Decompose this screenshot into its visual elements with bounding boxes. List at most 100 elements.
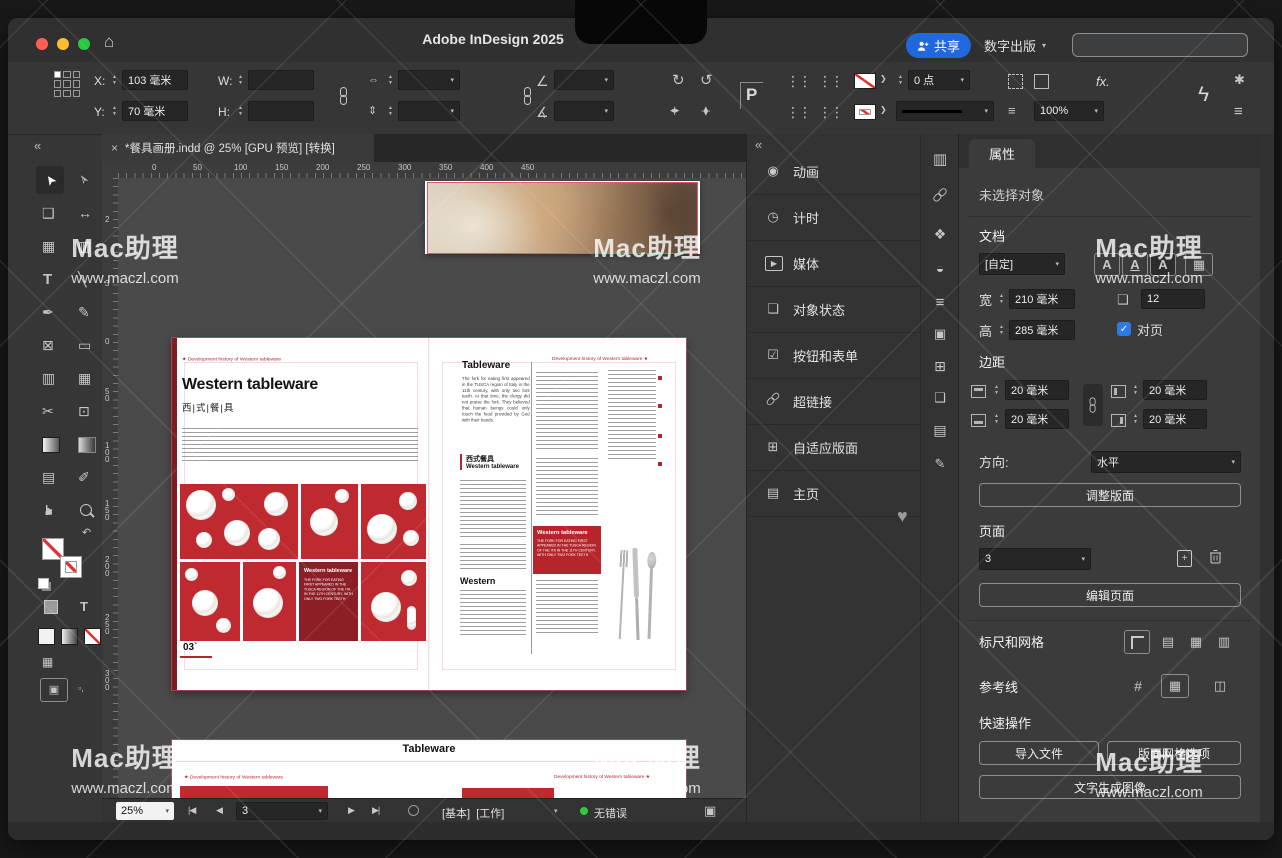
layers-panel-icon[interactable]: ❖ xyxy=(921,226,959,243)
page-number-select[interactable]: 3 xyxy=(236,802,328,820)
digital-publish-menu[interactable]: 数字出版 ▾ xyxy=(984,33,1046,58)
align-panel-icon[interactable]: ▥ xyxy=(921,150,959,168)
search-input[interactable] xyxy=(1072,33,1248,57)
close-tab-icon[interactable]: × xyxy=(111,141,118,155)
shear-angle-field[interactable] xyxy=(554,101,614,121)
photo-frame[interactable] xyxy=(427,182,698,254)
constrain-scale-icon[interactable] xyxy=(522,87,534,106)
previous-spread[interactable] xyxy=(425,181,700,254)
w-field[interactable] xyxy=(248,70,314,90)
tables-panel-icon[interactable]: ⊞ xyxy=(921,358,959,375)
apply-none-button[interactable] xyxy=(84,628,101,645)
screen-mode-button[interactable]: ▣ xyxy=(40,678,68,702)
type-tool[interactable]: T xyxy=(43,272,52,287)
libraries-panel-icon[interactable]: ▤ xyxy=(921,422,959,439)
delete-page-icon[interactable] xyxy=(1209,549,1222,569)
page-size-preset-select[interactable]: [自定] xyxy=(979,253,1065,275)
traffic-close-button[interactable] xyxy=(36,38,48,50)
default-fill-stroke-icon[interactable] xyxy=(38,578,49,589)
rotation-angle-field[interactable] xyxy=(554,70,614,90)
next-page-button[interactable]: ▶ xyxy=(348,806,355,815)
dashed-frame-icon[interactable] xyxy=(1008,74,1023,89)
swatches-panel-icon[interactable]: ▣ xyxy=(921,326,959,342)
text-to-image-button[interactable]: 文字生成图像 xyxy=(979,775,1241,799)
stroke-swatch[interactable] xyxy=(854,104,876,120)
x-stepper[interactable] xyxy=(110,71,119,89)
margin-inside-stepper[interactable] xyxy=(1131,381,1140,399)
edit-pages-button[interactable]: 编辑页面 xyxy=(979,583,1241,607)
h-stepper[interactable] xyxy=(236,102,245,120)
note-tool[interactable]: ▤ xyxy=(42,470,55,484)
margin-link-button[interactable] xyxy=(1083,384,1103,426)
align-columns-icon[interactable]: ⋮⋮ xyxy=(786,74,810,88)
distribute-columns-icon[interactable]: ⋮⋮ xyxy=(818,74,842,88)
first-page-button[interactable]: |◀ xyxy=(188,806,195,815)
screen-mode-preview-icon[interactable]: ▫, xyxy=(78,684,84,693)
tab-properties[interactable]: 属性 xyxy=(969,139,1035,168)
scale-y-stepper[interactable] xyxy=(386,102,395,120)
solid-frame-icon[interactable] xyxy=(1034,74,1049,89)
page-count-field[interactable]: 12 xyxy=(1141,289,1205,309)
writing-direction-horizontal-icon[interactable]: A xyxy=(1094,253,1120,276)
traffic-zoom-button[interactable] xyxy=(78,38,90,50)
page-tool[interactable]: ❑ xyxy=(42,206,55,220)
writing-direction-vertical-icon[interactable]: A xyxy=(1122,253,1148,276)
panel-button-hyperlinks[interactable]: 超链接 xyxy=(747,378,921,425)
vertical-grid-tool[interactable]: ▦ xyxy=(78,371,91,385)
gradient-feather-tool[interactable] xyxy=(78,437,96,453)
stroke-proxy-swatch[interactable] xyxy=(60,556,82,578)
smart-guides-icon[interactable]: ◫ xyxy=(1208,676,1232,696)
height-field[interactable]: 285 毫米 xyxy=(1009,320,1075,340)
free-transform-tool[interactable]: ⊡ xyxy=(78,404,90,418)
status-circle-icon[interactable] xyxy=(408,805,419,816)
preflight-profile-label[interactable]: [基本] [工作] xyxy=(442,805,504,821)
view-options-icon[interactable]: ▦ xyxy=(42,656,53,668)
home-icon[interactable]: ⌂ xyxy=(104,33,114,50)
formatting-affects-container-icon[interactable] xyxy=(44,600,58,614)
pen-tool[interactable]: ✒ xyxy=(42,305,54,319)
scale-x-field[interactable] xyxy=(398,70,460,90)
flip-vertical-icon[interactable]: ◂|▸ xyxy=(702,106,711,114)
scale-y-field[interactable] xyxy=(398,101,460,121)
layout-grid-icon[interactable]: ▥ xyxy=(1212,632,1236,652)
direct-selection-tool[interactable]: ➢ xyxy=(75,171,92,187)
scissors-tool[interactable]: ✂ xyxy=(42,404,54,418)
orientation-select[interactable]: 水平 xyxy=(1091,451,1241,473)
baseline-grid-icon[interactable]: ▤ xyxy=(1156,632,1180,652)
notes-panel-icon[interactable]: ✎ xyxy=(921,456,959,472)
stroke-weight-stepper[interactable] xyxy=(896,71,905,89)
frame-grid-horizontal-icon[interactable]: A xyxy=(1150,253,1176,276)
margin-top-stepper[interactable] xyxy=(992,381,1001,399)
distribute-rows-icon[interactable]: ⋮⋮ xyxy=(818,105,842,119)
stroke-weight-field[interactable]: 0 点 xyxy=(908,70,970,90)
formatting-affects-text-icon[interactable]: T xyxy=(80,600,88,613)
margin-outside-stepper[interactable] xyxy=(1131,410,1140,428)
story-direction-icon[interactable]: P xyxy=(740,82,763,109)
content-placer-tool[interactable]: ▥ xyxy=(78,239,91,253)
traffic-minimize-button[interactable] xyxy=(57,38,69,50)
show-rulers-icon[interactable] xyxy=(1124,630,1150,654)
margin-top-field[interactable]: 20 毫米 xyxy=(1005,380,1069,400)
lock-guides-icon[interactable]: ▦ xyxy=(1161,674,1189,698)
rotate-cw-icon[interactable]: ↻ xyxy=(672,73,685,88)
main-spread[interactable]: ★ Development history of Western tablewa… xyxy=(172,338,686,690)
next-spread[interactable]: Tableware ★ Development history of Weste… xyxy=(172,740,686,798)
zoom-level-select[interactable]: 25% ▾ xyxy=(116,802,174,820)
width-field[interactable]: 210 毫米 xyxy=(1009,289,1075,309)
document-grid-icon[interactable]: ▦ xyxy=(1184,632,1208,652)
lightning-gpu-icon[interactable]: ϟ xyxy=(1198,84,1209,105)
profile-caret-icon[interactable]: ▾ xyxy=(554,807,558,815)
control-menu-icon[interactable]: ≡ xyxy=(1234,104,1243,119)
margin-bottom-field[interactable]: 20 毫米 xyxy=(1005,409,1069,429)
fill-swatch[interactable] xyxy=(854,73,876,89)
pencil-tool[interactable]: ✎ xyxy=(78,305,90,319)
ruler-corner[interactable] xyxy=(102,162,119,179)
height-stepper[interactable] xyxy=(997,321,1006,339)
content-collector-tool[interactable]: ▦ xyxy=(42,239,55,253)
horizontal-grid-tool[interactable]: ▥ xyxy=(42,371,55,385)
layout-grid-options-button[interactable]: 版面网格选项 xyxy=(1107,741,1241,765)
constrain-dimensions-icon[interactable] xyxy=(338,87,350,106)
vertical-ruler[interactable]: 2 3 0 50 100 150 200 250 300 xyxy=(102,178,119,798)
adjust-layout-button[interactable]: 调整版面 xyxy=(979,483,1241,507)
links-panel-icon[interactable] xyxy=(934,186,946,205)
